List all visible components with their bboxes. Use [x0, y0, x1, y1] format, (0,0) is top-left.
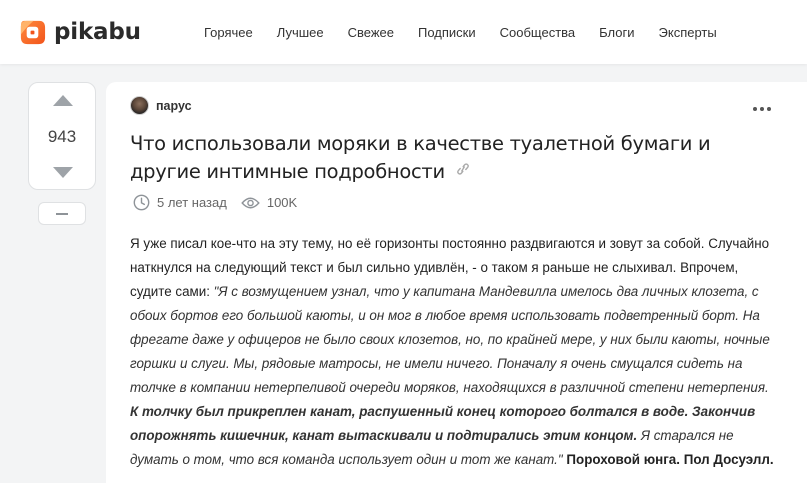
- downvote-arrow-icon[interactable]: [53, 167, 73, 178]
- pikabu-logo[interactable]: pikabu: [18, 16, 141, 48]
- nav-hot[interactable]: Горячее: [204, 25, 253, 40]
- eye-icon: [241, 197, 260, 208]
- nav-fresh[interactable]: Свежее: [348, 25, 394, 40]
- pikabu-logo-icon: [20, 20, 46, 44]
- minus-icon: [56, 213, 68, 215]
- post-body: Я уже писал кое-что на эту тему, но её г…: [130, 232, 780, 472]
- author-name[interactable]: парус: [156, 99, 192, 113]
- post-title[interactable]: Что использовали моряки в качестве туале…: [130, 130, 770, 186]
- post-author[interactable]: парус: [130, 96, 192, 115]
- minus-button[interactable]: [38, 202, 86, 225]
- upvote-arrow-icon[interactable]: [53, 95, 73, 106]
- nav-best[interactable]: Лучшее: [277, 25, 324, 40]
- post-source: Пороховой юнга. Пол Досуэлл.: [562, 452, 774, 467]
- post-quote-part1: "Я с возмущением узнал, что у капитана М…: [130, 284, 770, 395]
- rating-box: 943: [28, 82, 96, 190]
- post-card: парус Что использовали моряки в качестве…: [106, 82, 807, 483]
- main-nav: Горячее Лучшее Свежее Подписки Сообществ…: [192, 0, 729, 64]
- avatar[interactable]: [130, 96, 149, 115]
- post-meta: 5 лет назад 100K: [133, 194, 311, 211]
- more-options-icon[interactable]: [751, 107, 772, 111]
- rating-count: 943: [47, 127, 77, 146]
- clock-icon: [133, 194, 150, 211]
- post-views-text: 100K: [266, 195, 298, 210]
- nav-communities[interactable]: Сообщества: [500, 25, 576, 40]
- nav-experts[interactable]: Эксперты: [659, 25, 717, 40]
- logo-text: pikabu: [54, 19, 141, 45]
- post-title-text[interactable]: Что использовали моряки в качестве туале…: [130, 132, 711, 183]
- nav-subscriptions[interactable]: Подписки: [418, 25, 476, 40]
- post-time: 5 лет назад: [133, 194, 227, 211]
- link-icon[interactable]: [455, 163, 471, 175]
- top-header: pikabu Горячее Лучшее Свежее Подписки Со…: [0, 0, 807, 64]
- nav-blogs[interactable]: Блоги: [599, 25, 634, 40]
- post-views: 100K: [241, 195, 297, 210]
- post-time-text: 5 лет назад: [157, 195, 227, 210]
